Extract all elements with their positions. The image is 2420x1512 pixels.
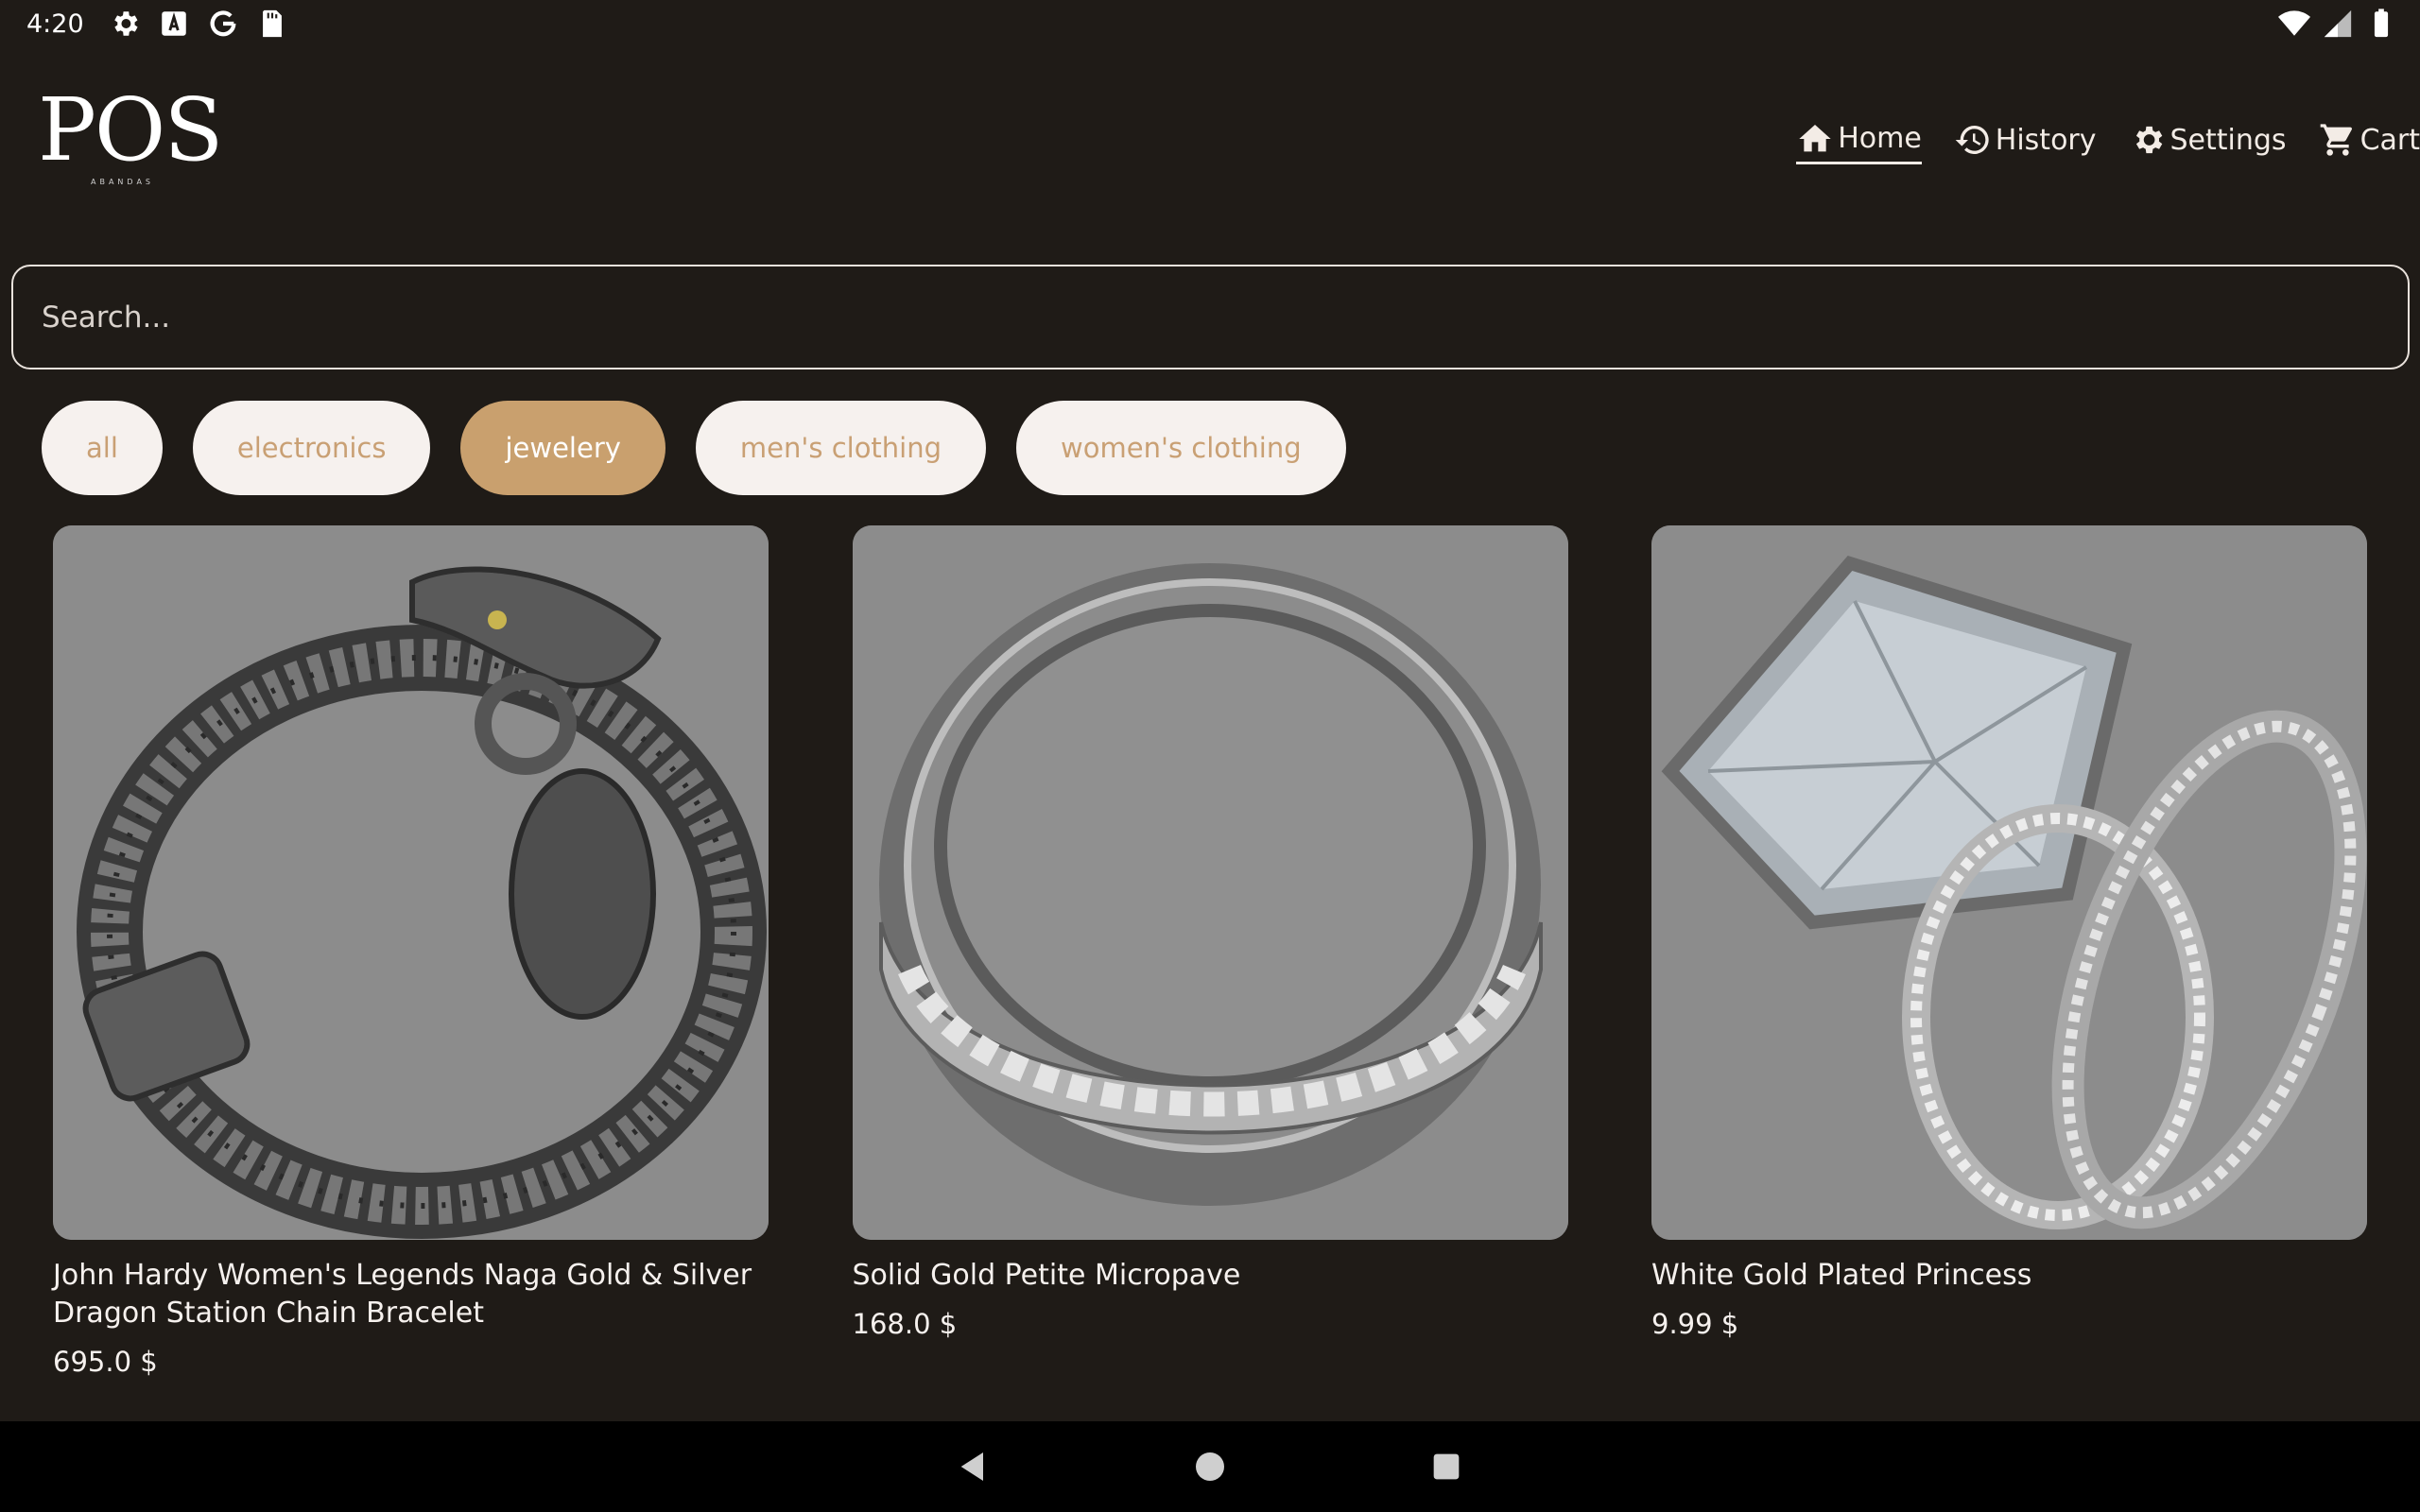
- nav-settings[interactable]: Settings: [2129, 115, 2287, 164]
- app-header: POS ABANDAS Home History Settings Cart: [0, 83, 2420, 187]
- product-price: 168.0 $: [852, 1308, 958, 1340]
- logo-subtext: ABANDAS: [91, 178, 154, 186]
- product-card[interactable]: John Hardy Women's Legends Naga Gold & S…: [53, 525, 769, 1378]
- nav-cart[interactable]: Cart: [2319, 115, 2420, 164]
- back-icon[interactable]: [955, 1448, 993, 1486]
- main-nav: Home History Settings Cart: [1764, 115, 2420, 164]
- product-price: 695.0 $: [53, 1346, 158, 1378]
- wifi-icon: [2278, 10, 2310, 36]
- nav-home[interactable]: Home: [1796, 115, 1922, 164]
- micropave-ring-image[interactable]: [852, 525, 1568, 1240]
- product-card[interactable]: Solid Gold Petite Micropave 168.0 $: [852, 525, 1568, 1378]
- system-nav-bar: [0, 1421, 2420, 1512]
- sdcard-status-icon: [262, 9, 282, 38]
- dragon-bracelet-image[interactable]: [53, 525, 769, 1240]
- bracelet-illustration: [53, 525, 769, 1240]
- cart-icon: [2320, 124, 2352, 156]
- nav-history[interactable]: History: [1954, 115, 2097, 164]
- chip-electronics[interactable]: electronics: [192, 401, 431, 495]
- search-input[interactable]: [42, 266, 2408, 368]
- chip-jewelery[interactable]: jewelery: [460, 401, 666, 495]
- google-status-icon: [210, 10, 236, 37]
- product-title: John Hardy Women's Legends Naga Gold & S…: [53, 1259, 752, 1330]
- nav-cart-label: Cart: [2360, 123, 2420, 157]
- princess-ring-illustration: [1651, 525, 2367, 1240]
- nav-history-label: History: [1995, 123, 2097, 157]
- search-box: [11, 265, 2410, 369]
- category-chips: all electronics jewelery men's clothing …: [42, 401, 1346, 495]
- home-icon: [1799, 124, 1831, 151]
- app-logo[interactable]: POS ABANDAS: [38, 87, 223, 187]
- product-title: White Gold Plated Princess: [1651, 1259, 2032, 1292]
- princess-ring-image[interactable]: [1651, 525, 2367, 1240]
- chip-all[interactable]: all: [42, 401, 163, 495]
- home-circle-icon[interactable]: [1191, 1448, 1229, 1486]
- status-bar: 4:20: [0, 0, 2420, 47]
- nav-settings-label: Settings: [2169, 123, 2287, 157]
- product-card[interactable]: White Gold Plated Princess 9.99 $: [1651, 525, 2367, 1378]
- status-time: 4:20: [26, 9, 84, 39]
- gear-icon: [2135, 126, 2162, 154]
- chip-womens-clothing[interactable]: women's clothing: [1016, 401, 1346, 495]
- signal-icon: [2324, 9, 2352, 38]
- product-grid: John Hardy Women's Legends Naga Gold & S…: [53, 525, 2367, 1378]
- product-title: Solid Gold Petite Micropave: [852, 1259, 1241, 1292]
- ring-illustration: [852, 525, 1568, 1240]
- battery-icon: [2374, 9, 2389, 38]
- recents-icon[interactable]: [1427, 1448, 1465, 1486]
- nav-home-label: Home: [1838, 122, 1922, 155]
- product-price: 9.99 $: [1651, 1308, 1739, 1340]
- chip-mens-clothing[interactable]: men's clothing: [695, 401, 987, 495]
- settings-status-icon: [113, 11, 138, 36]
- font-status-icon: [161, 11, 186, 36]
- history-icon: [1955, 126, 1989, 154]
